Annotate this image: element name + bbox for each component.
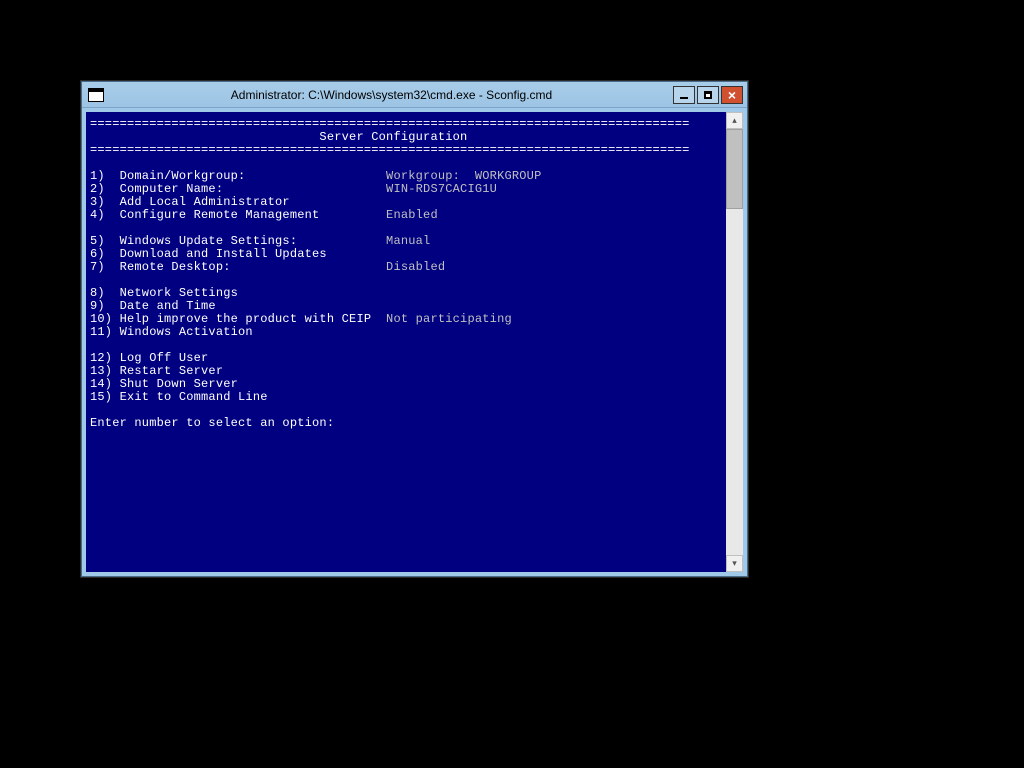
- maximize-button[interactable]: [697, 86, 719, 104]
- cmd-icon: [88, 88, 104, 102]
- window-title: Administrator: C:\Windows\system32\cmd.e…: [110, 88, 673, 102]
- titlebar[interactable]: Administrator: C:\Windows\system32\cmd.e…: [82, 82, 747, 108]
- close-button[interactable]: ×: [721, 86, 743, 104]
- scroll-track[interactable]: [726, 129, 743, 555]
- scrollbar-vertical[interactable]: ▴ ▾: [726, 112, 743, 572]
- window-controls: ×: [673, 86, 743, 104]
- scroll-thumb[interactable]: [726, 129, 743, 209]
- client-area: ========================================…: [82, 108, 747, 576]
- prompt[interactable]: Enter number to select an option:: [90, 417, 722, 430]
- scroll-down-button[interactable]: ▾: [726, 555, 743, 572]
- scroll-up-button[interactable]: ▴: [726, 112, 743, 129]
- header-bar: ========================================…: [90, 144, 722, 157]
- minimize-button[interactable]: [673, 86, 695, 104]
- menu-item: 7) Remote Desktop: Disabled: [90, 261, 722, 274]
- menu-item: 15) Exit to Command Line: [90, 391, 722, 404]
- menu-item: 4) Configure Remote Management Enabled: [90, 209, 722, 222]
- console-output[interactable]: ========================================…: [86, 112, 726, 572]
- cmd-window: Administrator: C:\Windows\system32\cmd.e…: [81, 81, 748, 577]
- menu-item: 11) Windows Activation: [90, 326, 722, 339]
